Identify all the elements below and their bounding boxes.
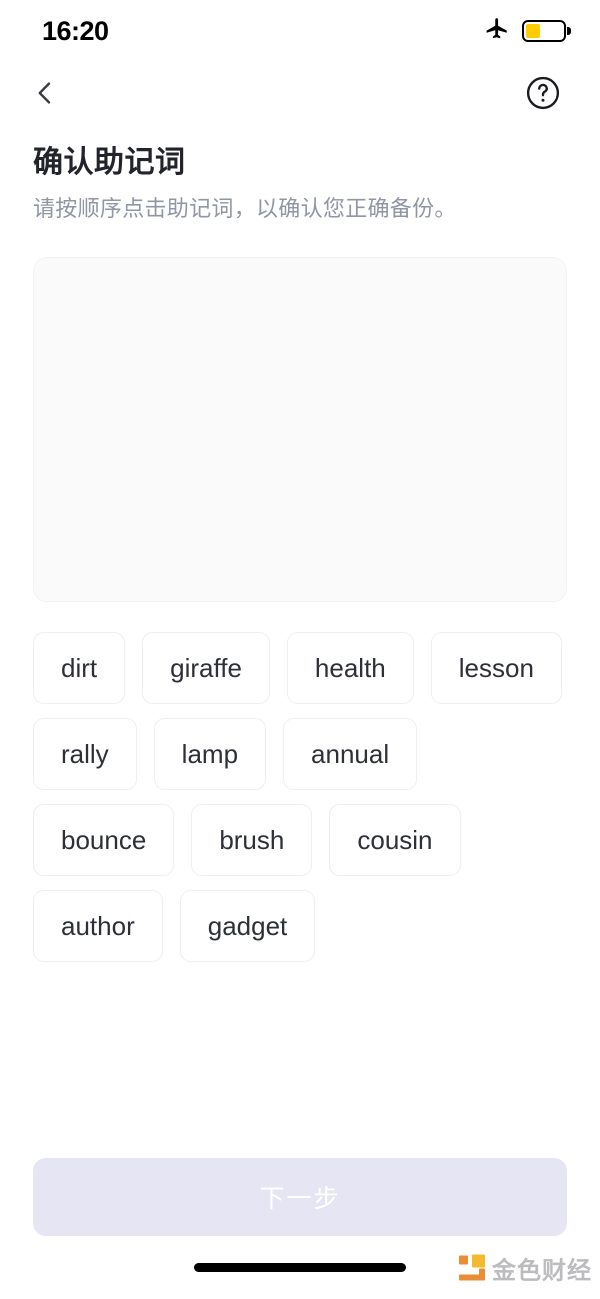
word-chip[interactable]: health: [286, 632, 414, 705]
page-title: 确认助记词: [33, 146, 186, 179]
status-bar: 16:20: [0, 0, 600, 62]
status-indicators: [484, 16, 566, 47]
airplane-mode-icon: [484, 16, 510, 47]
selected-words-area[interactable]: [33, 257, 567, 603]
word-bank: dirt giraffe health lesson rally lamp annual bo…: [33, 632, 567, 963]
battery-icon: [522, 20, 566, 42]
next-button[interactable]: 下一步: [33, 1158, 567, 1236]
word-chip[interactable]: brush: [191, 804, 313, 877]
word-chip[interactable]: annual: [283, 718, 418, 791]
word-chip[interactable]: giraffe: [142, 632, 270, 705]
nav-bar: [0, 62, 600, 128]
header-block: 确认助记词 请按顺序点击助记词，以确认您正确备份。: [0, 128, 600, 223]
word-chip[interactable]: lamp: [153, 718, 267, 791]
word-chip[interactable]: dirt: [33, 632, 126, 705]
layout-spacer: [0, 962, 600, 1158]
word-chip[interactable]: author: [33, 890, 163, 963]
help-button[interactable]: [520, 72, 566, 118]
bottom-bar: 金色财经: [0, 1236, 600, 1299]
jinse-logo-icon: [459, 1254, 485, 1281]
status-time: 16:20: [42, 15, 109, 46]
word-chip[interactable]: cousin: [329, 804, 461, 877]
home-indicator[interactable]: [194, 1263, 406, 1272]
word-chip[interactable]: bounce: [33, 804, 175, 877]
question-mark-circle-icon: [524, 74, 562, 117]
word-chip[interactable]: lesson: [430, 632, 562, 705]
watermark-text: 金色财经: [492, 1257, 592, 1284]
watermark: 金色财经: [459, 1250, 592, 1285]
chevron-left-icon: [30, 78, 60, 113]
app-screen: 16:20 确认助记词 请按顺序点击助记词，以确认您正确备份。 dirt gir…: [0, 0, 600, 1299]
word-chip[interactable]: gadget: [179, 890, 316, 963]
page-subtitle: 请按顺序点击助记词，以确认您正确备份。: [33, 195, 457, 221]
word-chip[interactable]: rally: [33, 718, 137, 791]
back-button[interactable]: [22, 72, 68, 118]
